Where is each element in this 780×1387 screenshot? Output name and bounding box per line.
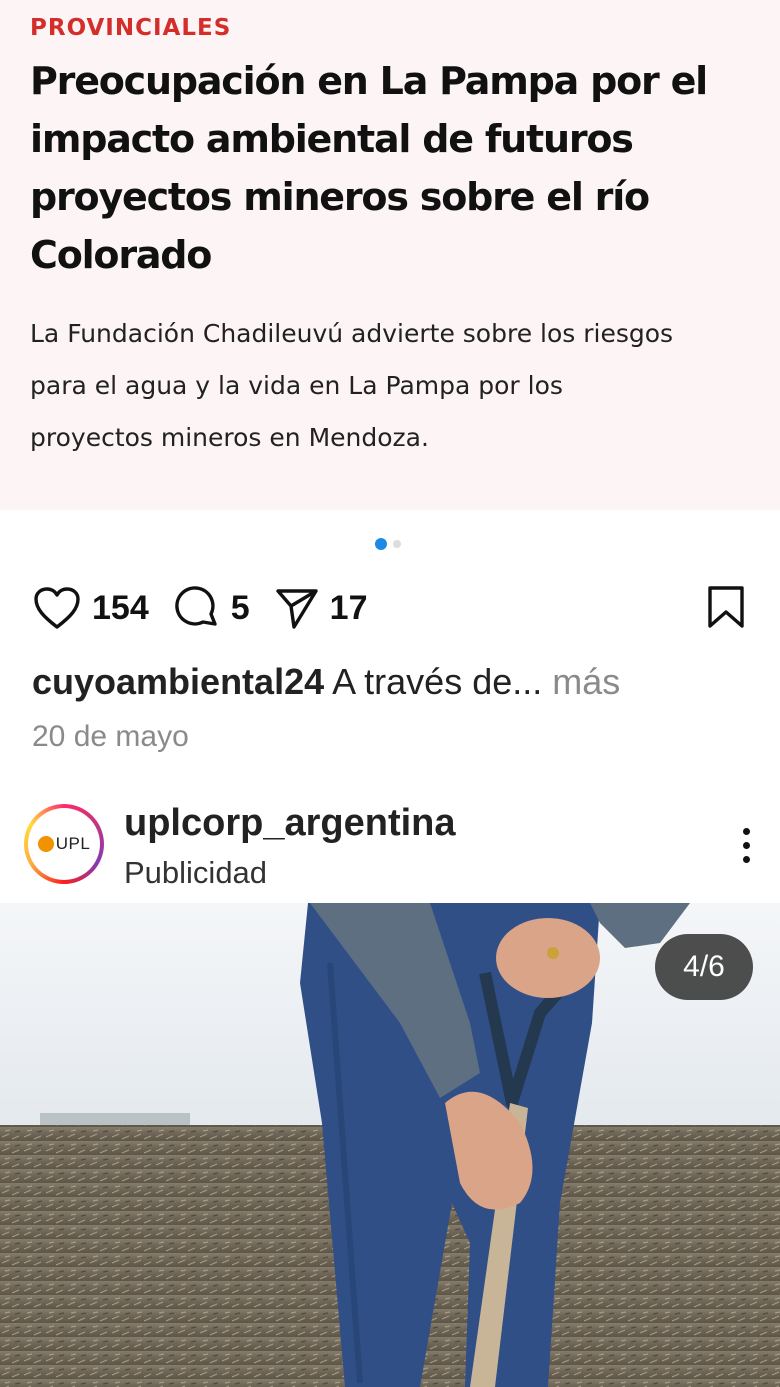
article-summary-line: proyectos mineros en Mendoza. [30,423,429,452]
avatar[interactable]: UPL [24,804,104,884]
save-button[interactable] [706,584,746,635]
logo-text: UPL [55,834,91,853]
avatar-image: UPL [28,808,100,880]
comment-count: 5 [230,588,250,627]
logo-dot-icon [37,836,54,852]
comment-icon [175,586,217,626]
media-pager-badge: 4/6 [655,934,753,1000]
carousel-dot-active [375,538,387,550]
heart-icon [34,587,80,629]
share-button[interactable]: 17 [274,585,368,631]
comment-button[interactable]: 5 [173,584,250,632]
ad-username[interactable]: uplcorp_argentina [124,800,456,846]
more-options-icon[interactable] [743,828,750,863]
share-icon [275,589,318,629]
like-button[interactable]: 154 [32,585,149,631]
article-kicker: PROVINCIALES [30,15,232,41]
article-headline: Preocupación en La Pampa por el impacto … [30,59,708,277]
post-username[interactable]: cuyoambiental24 [32,661,324,702]
share-count: 17 [329,588,368,627]
bookmark-icon [708,586,744,628]
post-action-bar: 154 5 17 [32,580,750,636]
upl-logo: UPL [37,834,91,854]
more-link[interactable]: más [552,661,620,702]
post-date: 20 de mayo [32,720,189,753]
post-caption: cuyoambiental24 A través de... más [32,658,752,706]
article-summary: La Fundación Chadileuvú advierte sobre l… [30,308,780,464]
article-card[interactable]: PROVINCIALES Preocupación en La Pampa po… [0,0,780,510]
carousel-indicator [375,538,401,550]
ad-post-header: UPL uplcorp_argentina Publicidad [24,800,764,892]
caption-text: A través de... [332,661,543,702]
sponsored-label: Publicidad [124,855,268,890]
article-summary-line: para el agua y la vida en La Pampa por l… [30,371,563,400]
carousel-dot [393,540,401,548]
article-summary-line: La Fundación Chadileuvú advierte sobre l… [30,319,674,348]
like-count: 154 [92,588,149,627]
